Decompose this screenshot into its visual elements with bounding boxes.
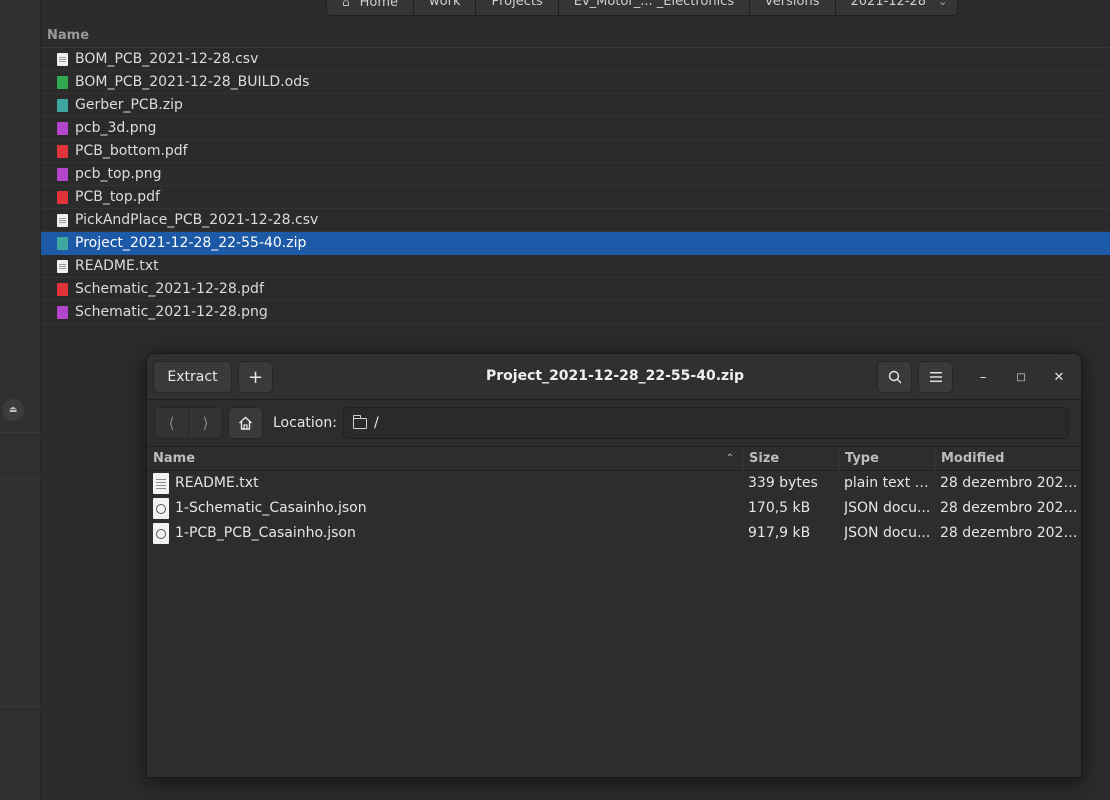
- archive-manager-window: Project_2021-12-28_22-55-40.zip Extract …: [146, 353, 1082, 778]
- image-icon: [57, 168, 68, 181]
- text-file-icon: [57, 214, 68, 227]
- location-bar: ⟨ ⟩ Location: /: [147, 400, 1081, 445]
- search-icon: [888, 370, 901, 384]
- extract-button[interactable]: Extract: [153, 361, 232, 393]
- close-icon: ✕: [1053, 369, 1065, 385]
- text-file-icon: [153, 473, 169, 494]
- column-name-header[interactable]: Name ⌃: [147, 447, 743, 471]
- archive-icon: [57, 237, 68, 250]
- chevron-down-icon: ⌄: [938, 0, 948, 8]
- table-row[interactable]: 1-Schematic_Casainho.json 170,5 kB JSON …: [147, 496, 1081, 521]
- home-icon: ⌂: [342, 0, 350, 9]
- archive-table-header: Name ⌃ Size Type Modified: [147, 446, 1081, 471]
- sidebar-divider: [0, 706, 41, 707]
- list-item[interactable]: README.txt: [41, 255, 1110, 278]
- sidebar: ⏏: [0, 0, 41, 800]
- menu-button[interactable]: [918, 361, 953, 393]
- file-list: BOM_PCB_2021-12-28.csv BOM_PCB_2021-12-2…: [41, 48, 1110, 324]
- forward-button[interactable]: ⟩: [188, 407, 223, 439]
- archive-icon: [57, 99, 68, 112]
- list-item[interactable]: PCB_top.pdf: [41, 186, 1110, 209]
- list-item[interactable]: Gerber_PCB.zip: [41, 94, 1110, 117]
- column-name-header[interactable]: Name: [47, 28, 89, 43]
- location-field[interactable]: /: [343, 407, 1069, 439]
- list-item[interactable]: BOM_PCB_2021-12-28.csv: [41, 48, 1110, 71]
- maximize-button[interactable]: □: [1010, 366, 1032, 388]
- json-file-icon: [153, 523, 169, 544]
- breadcrumb-versions[interactable]: versions: [750, 0, 836, 15]
- pdf-icon: [57, 191, 68, 204]
- pdf-icon: [57, 145, 68, 158]
- pdf-icon: [57, 283, 68, 296]
- home-button[interactable]: [228, 407, 263, 439]
- breadcrumb: ⌂ Home work Projects Ev_Motor_... _Electr…: [326, 0, 959, 16]
- list-item[interactable]: pcb_top.png: [41, 163, 1110, 186]
- list-item[interactable]: Schematic_2021-12-28.pdf: [41, 278, 1110, 301]
- folder-icon: [352, 414, 367, 429]
- minimize-icon: –: [979, 369, 987, 385]
- list-item-selected[interactable]: Project_2021-12-28_22-55-40.zip: [41, 232, 1110, 255]
- list-item[interactable]: PickAndPlace_PCB_2021-12-28.csv: [41, 209, 1110, 232]
- location-label: Location:: [273, 415, 337, 431]
- maximize-icon: □: [1016, 371, 1026, 383]
- sidebar-divider: [0, 432, 41, 433]
- sidebar-divider: [0, 478, 41, 479]
- breadcrumb-home[interactable]: ⌂ Home: [327, 0, 415, 15]
- home-icon: [239, 416, 252, 430]
- json-file-icon: [153, 498, 169, 519]
- minimize-button[interactable]: –: [972, 366, 994, 388]
- list-item[interactable]: Schematic_2021-12-28.png: [41, 301, 1110, 324]
- text-file-icon: [57, 53, 68, 66]
- list-item[interactable]: PCB_bottom.pdf: [41, 140, 1110, 163]
- add-files-button[interactable]: +: [238, 361, 273, 393]
- text-file-icon: [57, 260, 68, 273]
- image-icon: [57, 306, 68, 319]
- column-modified-header[interactable]: Modified: [935, 447, 1081, 471]
- list-item[interactable]: BOM_PCB_2021-12-28_BUILD.ods: [41, 71, 1110, 94]
- chevron-left-icon: ⟨: [168, 414, 175, 432]
- spreadsheet-icon: [57, 76, 68, 89]
- list-item[interactable]: pcb_3d.png: [41, 117, 1110, 140]
- table-row[interactable]: 1-PCB_PCB_Casainho.json 917,9 kB JSON do…: [147, 521, 1081, 546]
- column-size-header[interactable]: Size: [743, 447, 839, 471]
- search-button[interactable]: [877, 361, 912, 393]
- breadcrumb-ev-motor[interactable]: Ev_Motor_... _Electronics: [559, 0, 751, 15]
- chevron-right-icon: ⟩: [202, 414, 209, 432]
- header-bar[interactable]: Project_2021-12-28_22-55-40.zip Extract …: [147, 354, 1081, 400]
- breadcrumb-current[interactable]: 2021-12-28 ⌄: [836, 0, 958, 15]
- breadcrumb-work[interactable]: work: [414, 0, 477, 15]
- hamburger-icon: [929, 372, 942, 382]
- table-row[interactable]: README.txt 339 bytes plain text d... 28 …: [147, 471, 1081, 496]
- eject-icon[interactable]: ⏏: [2, 399, 24, 421]
- location-path: /: [374, 415, 379, 431]
- file-list-header[interactable]: Name: [41, 25, 1110, 48]
- sort-ascending-icon: ⌃: [725, 453, 734, 464]
- column-type-header[interactable]: Type: [839, 447, 935, 471]
- archive-file-list: README.txt 339 bytes plain text d... 28 …: [147, 471, 1081, 546]
- image-icon: [57, 122, 68, 135]
- back-button[interactable]: ⟨: [154, 407, 189, 439]
- close-button[interactable]: ✕: [1048, 366, 1070, 388]
- breadcrumb-projects[interactable]: Projects: [476, 0, 559, 15]
